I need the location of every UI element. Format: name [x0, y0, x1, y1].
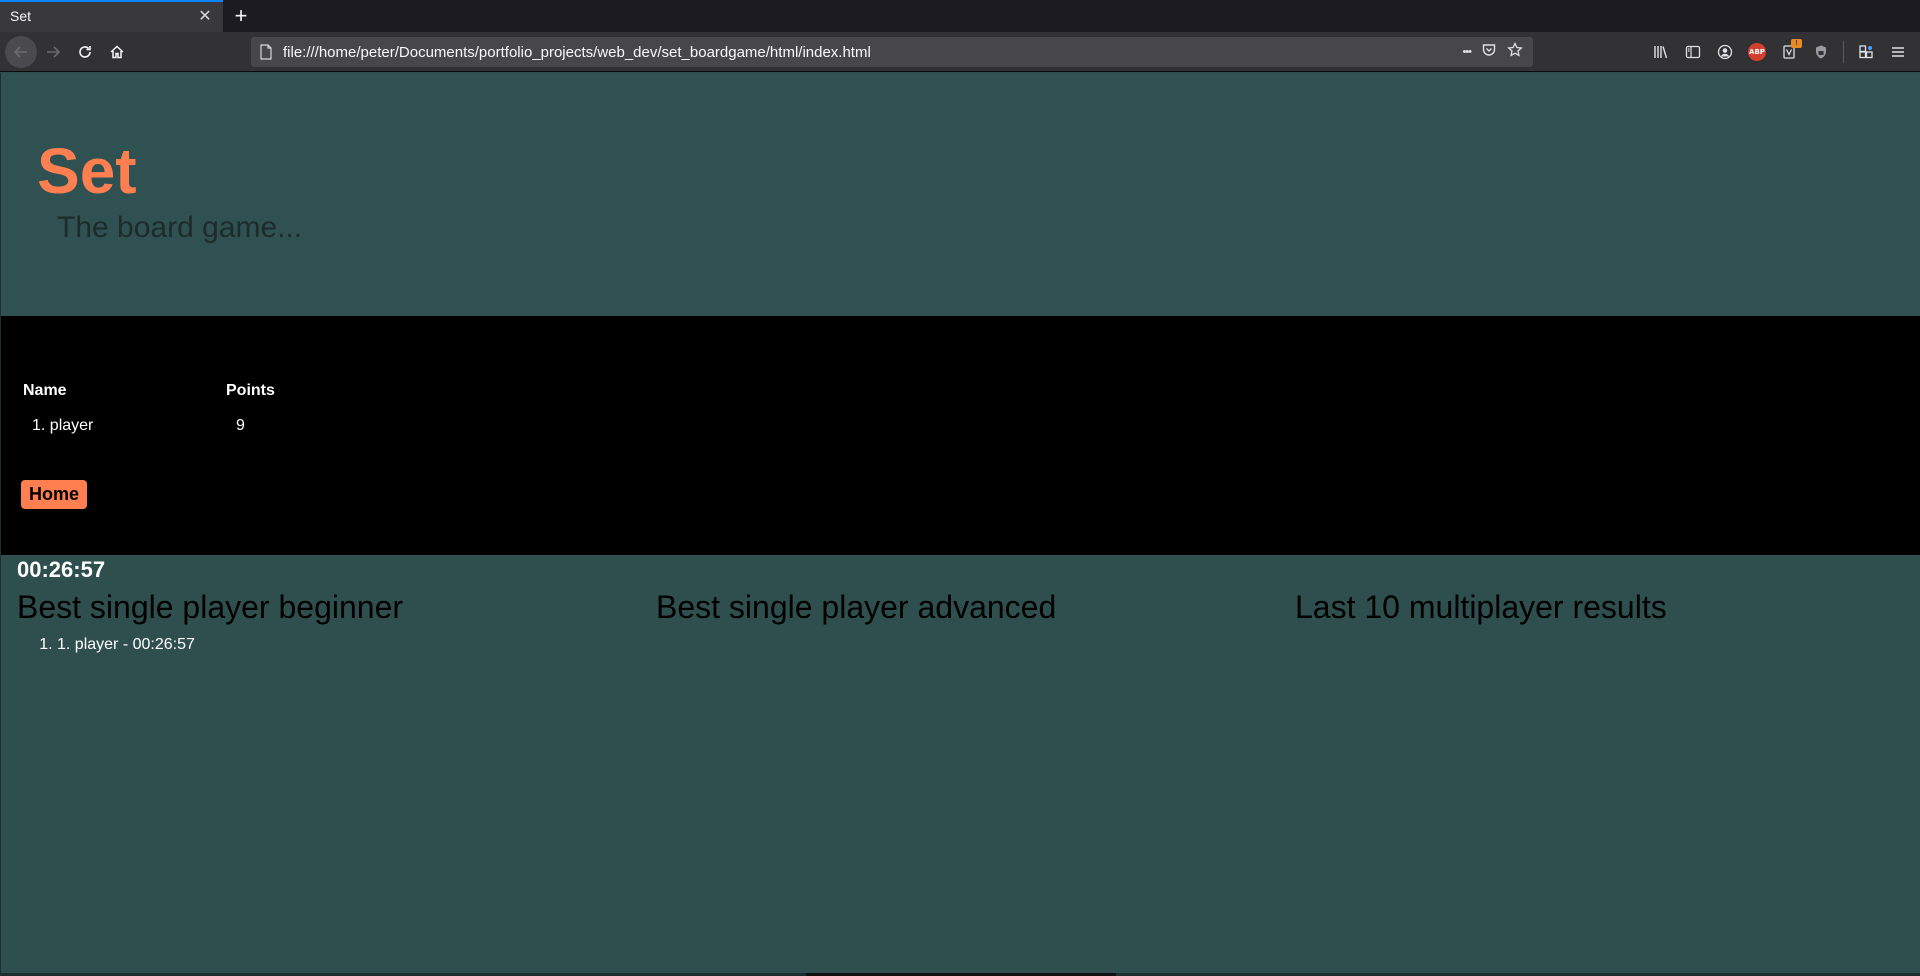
page-icon [259, 44, 277, 60]
url-actions: ••• [1462, 41, 1533, 62]
new-tab-button[interactable]: + [223, 0, 259, 32]
page-content: Set The board game... Name Points 1. pla… [0, 73, 1920, 976]
account-icon[interactable] [1711, 38, 1739, 66]
column-header-name: Name [23, 382, 67, 399]
bookmark-star-icon[interactable] [1507, 41, 1523, 62]
library-icon[interactable] [1647, 38, 1675, 66]
arrow-left-icon [13, 45, 27, 58]
tab-title: Set [10, 8, 32, 24]
advanced-heading: Best single player advanced [656, 589, 1057, 625]
player-points: 9 [236, 417, 245, 434]
extensions-icon[interactable] [1852, 38, 1880, 66]
url-text[interactable]: file:///home/peter/Documents/portfolio_p… [283, 44, 1462, 61]
list-item: 1. player - 00:26:57 [57, 636, 617, 654]
column-header-points: Points [226, 382, 275, 399]
multiplayer-results: Last 10 multiplayer results [1295, 591, 1895, 623]
scoreboard: Name Points 1. player 9 Home [1, 316, 1920, 555]
url-bar[interactable]: file:///home/peter/Documents/portfolio_p… [251, 37, 1533, 67]
page-subtitle: The board game... [57, 211, 303, 244]
sidebar-icon[interactable] [1679, 38, 1707, 66]
tab-bar: Set ✕ + [0, 0, 1920, 32]
home-toolbar-button[interactable] [101, 36, 133, 68]
toolbar-extensions: ABP ! [1647, 36, 1920, 68]
player-name: 1. player [32, 417, 94, 434]
forward-button[interactable] [37, 36, 69, 68]
browser-tab[interactable]: Set ✕ [0, 0, 223, 32]
beginner-results: Best single player beginner 1. player - … [17, 591, 617, 654]
hamburger-menu-icon[interactable] [1884, 38, 1912, 66]
extension-notes-icon[interactable]: ! [1775, 38, 1803, 66]
adblock-plus-icon[interactable]: ABP [1743, 38, 1771, 66]
arrow-right-icon [47, 45, 61, 58]
beginner-heading: Best single player beginner [17, 589, 404, 625]
toolbar-separator [1843, 41, 1844, 63]
notification-badge: ! [1791, 39, 1802, 48]
nav-toolbar: file:///home/peter/Documents/portfolio_p… [0, 32, 1920, 72]
advanced-results: Best single player advanced [656, 591, 1256, 623]
home-button[interactable]: Home [21, 480, 88, 509]
reload-icon [79, 45, 91, 58]
pocket-icon[interactable] [1481, 42, 1497, 62]
reload-button[interactable] [69, 36, 101, 68]
lock-extension-icon[interactable] [1807, 38, 1835, 66]
more-icon[interactable]: ••• [1462, 46, 1472, 58]
multiplayer-heading: Last 10 multiplayer results [1295, 589, 1667, 625]
game-timer: 00:26:57 [17, 557, 106, 582]
page-header: Set The board game... [1, 73, 1920, 316]
close-icon[interactable]: ✕ [195, 6, 215, 26]
beginner-list: 1. player - 00:26:57 [17, 636, 617, 654]
house-icon [110, 44, 124, 58]
back-button[interactable] [5, 35, 37, 68]
page-title: Set [37, 135, 137, 207]
